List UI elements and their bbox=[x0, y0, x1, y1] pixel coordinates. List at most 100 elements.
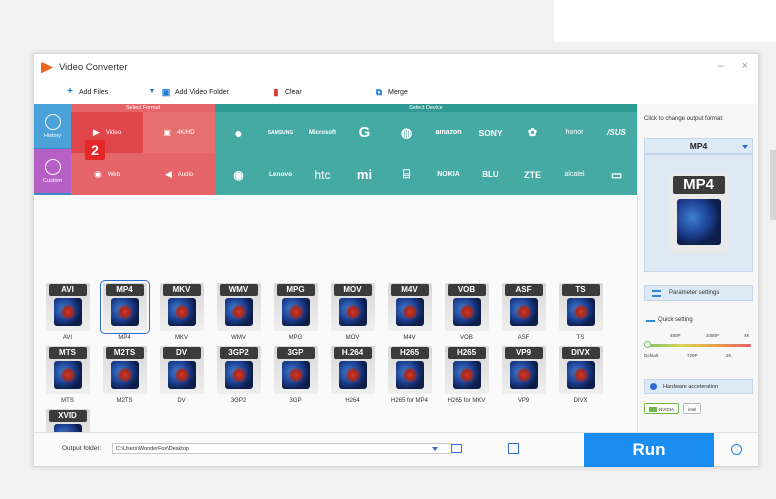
format-tile-m4v[interactable]: M4V M4V bbox=[384, 281, 435, 341]
format-tile-ts[interactable]: TS TS bbox=[555, 281, 606, 341]
format-tile-3gp2[interactable]: 3GP2 3GP2 bbox=[213, 344, 264, 404]
clear-button[interactable]: ▮ Clear bbox=[271, 87, 302, 97]
clear-label: Clear bbox=[285, 88, 302, 96]
nvidia-icon bbox=[649, 407, 657, 413]
format-badge: MOV bbox=[333, 284, 372, 296]
gpu-intel-option[interactable]: intel bbox=[683, 403, 702, 414]
merge-button[interactable]: ⧉ Merge bbox=[374, 87, 408, 97]
gpu-nvidia-option[interactable]: NVIDIA bbox=[644, 403, 680, 414]
category-audio[interactable]: ◀ Audio bbox=[143, 154, 215, 195]
bottom-bar: Output folder: C:\Users\WonderFox\Deskto… bbox=[34, 432, 758, 467]
format-tile-avi[interactable]: AVI AVI bbox=[42, 281, 93, 341]
format-tile-h264[interactable]: H.264 H264 bbox=[327, 344, 378, 404]
format-tile-vob[interactable]: VOB VOB bbox=[441, 281, 492, 341]
brand-blu[interactable]: BLU bbox=[467, 154, 514, 195]
format-tile-mov[interactable]: MOV MOV bbox=[327, 281, 378, 341]
folder-icon[interactable] bbox=[451, 444, 462, 453]
alarm-icon[interactable] bbox=[731, 444, 742, 455]
brand-asus[interactable]: /SUS bbox=[593, 112, 640, 153]
brand-huawei[interactable]: ✿ bbox=[509, 112, 556, 153]
format-tile-asf[interactable]: ASF ASF bbox=[498, 281, 549, 341]
brand-lenovo[interactable]: Lenovo bbox=[257, 154, 304, 195]
brand-motorola[interactable]: ◍ bbox=[383, 112, 430, 153]
format-tile-wmv[interactable]: WMV WMV bbox=[213, 281, 264, 341]
app-window: Video Converter – × + Add Files ▼ ▣ Add … bbox=[33, 53, 759, 467]
brand-google[interactable]: G bbox=[341, 112, 388, 153]
slider-label: 480P bbox=[670, 333, 681, 338]
format-tile-mkv[interactable]: MKV MKV bbox=[156, 281, 207, 341]
output-format-dropdown[interactable]: MP4 bbox=[644, 138, 753, 154]
category-4k-hd[interactable]: ▣ 4K/HD bbox=[143, 112, 215, 153]
slider-handle[interactable] bbox=[644, 341, 651, 348]
brand-nokia[interactable]: NOKIA bbox=[425, 154, 472, 195]
brand-htc[interactable]: htc bbox=[299, 154, 346, 195]
slider-label: 2K bbox=[726, 353, 732, 358]
format-tile-mts[interactable]: MTS MTS bbox=[42, 344, 93, 404]
category-video[interactable]: ▶ Video bbox=[71, 112, 143, 153]
background-panel bbox=[554, 0, 776, 42]
custom-label: Custom bbox=[43, 177, 62, 184]
brand-samsung[interactable]: SAMSUNG bbox=[257, 112, 304, 153]
format-badge: AVI bbox=[48, 284, 87, 296]
brand-amazon[interactable]: amazon bbox=[425, 112, 472, 153]
output-folder-field[interactable]: C:\Users\WonderFox\Desktop bbox=[112, 443, 452, 454]
brand-tv[interactable]: ▭ bbox=[593, 154, 640, 195]
parameter-settings-button[interactable]: Parameter settings bbox=[644, 285, 753, 301]
brand-sony[interactable]: SONY bbox=[467, 112, 514, 153]
brand-alcatel[interactable]: alcatel bbox=[551, 154, 598, 195]
quick-setting-icon bbox=[646, 320, 655, 322]
format-badge: MTS bbox=[48, 347, 87, 359]
format-tile-h265-mp4[interactable]: H265 H265 for MP4 bbox=[384, 344, 435, 404]
motorola-icon: ◍ bbox=[400, 124, 413, 140]
android-icon: ◉ bbox=[233, 167, 244, 182]
preview-badge: MP4 bbox=[672, 176, 725, 194]
open-folder-icon[interactable] bbox=[508, 443, 519, 454]
format-tile-3gp[interactable]: 3GP 3GP bbox=[270, 344, 321, 404]
film-icon bbox=[509, 298, 538, 326]
add-files-button[interactable]: + Add Files bbox=[65, 87, 108, 97]
quality-slider[interactable] bbox=[646, 344, 751, 347]
run-button[interactable]: Run bbox=[584, 433, 714, 467]
format-preview-icon: MP4 bbox=[668, 173, 729, 253]
select-format-header: Select Format bbox=[71, 104, 215, 112]
hardware-acceleration-toggle[interactable]: Hardware acceleration bbox=[644, 379, 753, 394]
custom-icon bbox=[44, 158, 61, 175]
film-icon bbox=[395, 361, 424, 389]
close-button[interactable]: × bbox=[742, 60, 748, 72]
add-video-folder-button[interactable]: ▼ ▣ Add Video Folder bbox=[147, 87, 229, 97]
format-tile-vp9[interactable]: VP9 VP9 bbox=[498, 344, 549, 404]
format-label: 3GP2 bbox=[230, 398, 247, 404]
format-tile-h265-mkv[interactable]: H265 H265 for MKV bbox=[441, 344, 492, 404]
format-badge: 3GP bbox=[276, 347, 315, 359]
parameter-settings-label: Parameter settings bbox=[669, 290, 720, 296]
slider-label: 4K bbox=[744, 333, 750, 338]
output-format-title: Click to change output format: bbox=[644, 116, 724, 122]
format-tile-mp4[interactable]: MP4 MP4 bbox=[99, 280, 150, 341]
brand-zte[interactable]: ZTE bbox=[509, 154, 556, 195]
category-web[interactable]: ◉ Web bbox=[71, 154, 143, 195]
plus-icon: + bbox=[67, 86, 73, 97]
category-video-label: Video bbox=[105, 129, 122, 136]
chevron-down-icon[interactable] bbox=[432, 447, 438, 451]
format-tile-dv[interactable]: DV DV bbox=[156, 344, 207, 404]
brand-honor[interactable]: honor bbox=[551, 112, 598, 153]
brand-xiaomi[interactable]: mi bbox=[341, 154, 388, 195]
sidebar-item-history[interactable]: History bbox=[34, 104, 71, 148]
sidebar-item-custom[interactable]: Custom bbox=[34, 149, 71, 193]
format-badge: MP4 bbox=[105, 284, 144, 296]
format-label: DV bbox=[177, 398, 186, 404]
output-format-preview[interactable]: MP4 bbox=[644, 154, 753, 272]
step-number-badge: 2 bbox=[85, 140, 105, 160]
minimize-button[interactable]: – bbox=[717, 60, 723, 72]
format-tile-divx[interactable]: DIVX DIVX bbox=[555, 344, 606, 404]
format-tile-m2ts[interactable]: M2TS M2TS bbox=[99, 344, 150, 404]
brand-android[interactable]: ◉ bbox=[215, 154, 262, 195]
slider-label: 720P bbox=[687, 353, 698, 358]
film-icon bbox=[452, 298, 481, 326]
brand-microsoft[interactable]: Microsoft bbox=[299, 112, 346, 153]
brand-lg[interactable]: ⌸ bbox=[383, 154, 430, 195]
format-tile-mpg[interactable]: MPG MPG bbox=[270, 281, 321, 341]
format-badge: VOB bbox=[447, 284, 486, 296]
brand-apple[interactable]: ● bbox=[215, 112, 262, 153]
format-badge: WMV bbox=[219, 284, 258, 296]
